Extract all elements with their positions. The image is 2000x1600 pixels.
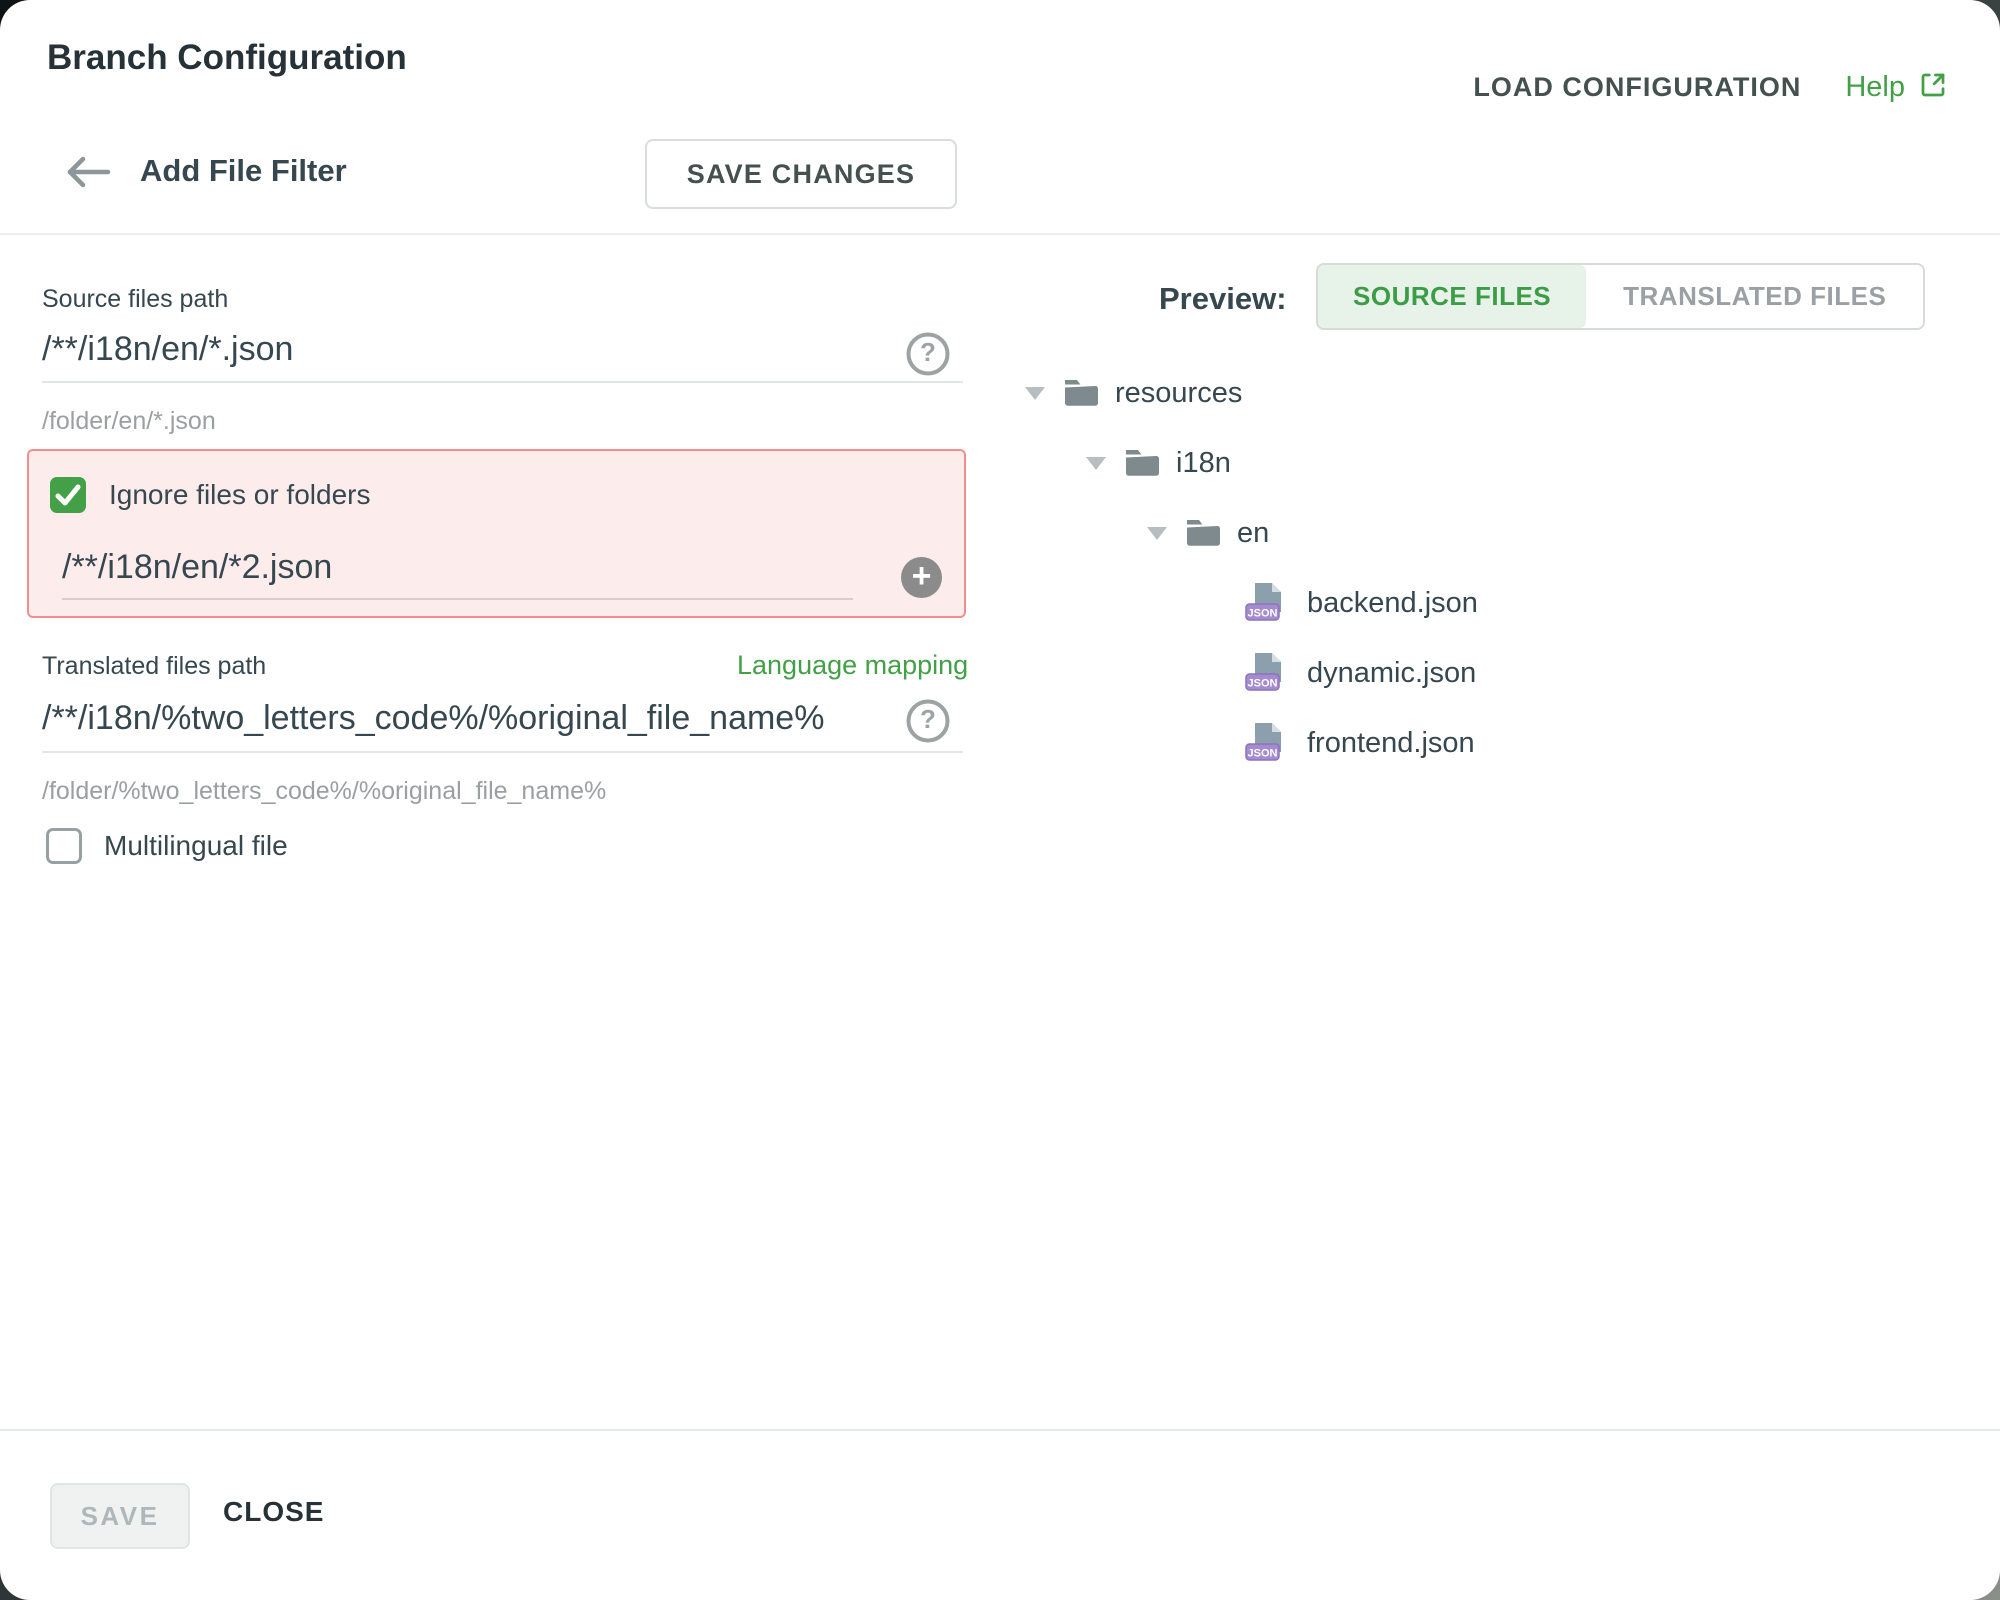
external-link-icon bbox=[1918, 70, 1948, 105]
close-button[interactable]: CLOSE bbox=[223, 1496, 324, 1528]
tab-source-files[interactable]: SOURCE FILES bbox=[1318, 265, 1586, 328]
tree-file-name: backend.json bbox=[1307, 587, 1478, 620]
multilingual-row: Multilingual file bbox=[46, 828, 288, 864]
tree-file-frontend-json[interactable]: JSON frontend.json bbox=[1025, 708, 1478, 778]
plus-icon: + bbox=[912, 559, 932, 593]
filter-title: Add File Filter bbox=[140, 153, 347, 189]
add-ignore-pattern-button[interactable]: + bbox=[901, 557, 942, 598]
back-arrow-icon[interactable] bbox=[64, 155, 112, 194]
source-input-underline bbox=[42, 381, 963, 383]
tree-file-name: frontend.json bbox=[1307, 727, 1475, 760]
ignore-files-highlight-box: Ignore files or folders /**/i18n/en/*2.j… bbox=[27, 449, 966, 618]
tree-folder-i18n[interactable]: i18n bbox=[1025, 428, 1478, 498]
ignore-files-row: Ignore files or folders bbox=[50, 477, 370, 513]
tree-file-name: dynamic.json bbox=[1307, 657, 1476, 690]
page-title: Branch Configuration bbox=[47, 38, 407, 78]
check-icon bbox=[55, 484, 81, 506]
save-changes-button[interactable]: SAVE CHANGES bbox=[645, 139, 957, 209]
caret-down-icon[interactable] bbox=[1147, 527, 1167, 540]
folder-icon bbox=[1185, 518, 1221, 548]
header-divider bbox=[0, 233, 2000, 235]
svg-text:?: ? bbox=[920, 704, 936, 734]
save-button[interactable]: SAVE bbox=[50, 1483, 190, 1549]
tree-file-backend-json[interactable]: JSON backend.json bbox=[1025, 568, 1478, 638]
ignore-files-checkbox[interactable] bbox=[50, 477, 86, 513]
translated-path-hint: /folder/%two_letters_code%/%original_fil… bbox=[42, 777, 606, 806]
json-file-icon: JSON bbox=[1243, 721, 1291, 765]
translated-files-path-input[interactable]: /**/i18n/%two_letters_code%/%original_fi… bbox=[42, 699, 824, 738]
caret-down-icon[interactable] bbox=[1086, 457, 1106, 470]
source-files-path-label: Source files path bbox=[42, 285, 228, 314]
folder-icon bbox=[1063, 378, 1099, 408]
tree-folder-name: i18n bbox=[1176, 447, 1231, 480]
svg-text:JSON: JSON bbox=[1248, 608, 1278, 620]
svg-text:JSON: JSON bbox=[1248, 678, 1278, 690]
preview-label: Preview: bbox=[1159, 281, 1287, 317]
file-tree: resources i18n en JSON bbox=[1025, 358, 1478, 778]
caret-down-icon[interactable] bbox=[1025, 387, 1045, 400]
source-path-hint: /folder/en/*.json bbox=[42, 407, 216, 436]
svg-text:JSON: JSON bbox=[1248, 748, 1278, 760]
footer-divider bbox=[0, 1429, 2000, 1431]
json-file-icon: JSON bbox=[1243, 651, 1291, 695]
folder-icon bbox=[1124, 448, 1160, 478]
tab-translated-files[interactable]: TRANSLATED FILES bbox=[1586, 265, 1923, 328]
translated-input-underline bbox=[42, 751, 963, 753]
translated-files-path-label: Translated files path bbox=[42, 652, 266, 681]
tree-folder-name: en bbox=[1237, 517, 1269, 550]
translated-path-help-icon[interactable]: ? bbox=[905, 698, 951, 744]
multilingual-checkbox[interactable] bbox=[46, 828, 82, 864]
preview-toggle-group: SOURCE FILES TRANSLATED FILES bbox=[1316, 263, 1925, 330]
ignore-pattern-input[interactable]: /**/i18n/en/*2.json bbox=[62, 548, 332, 587]
help-link-label: Help bbox=[1845, 71, 1905, 104]
ignore-files-checkbox-label: Ignore files or folders bbox=[109, 479, 370, 511]
multilingual-checkbox-label: Multilingual file bbox=[104, 830, 288, 862]
ignore-input-underline bbox=[62, 598, 853, 600]
svg-text:?: ? bbox=[920, 337, 936, 367]
language-mapping-link[interactable]: Language mapping bbox=[737, 650, 968, 681]
tree-folder-name: resources bbox=[1115, 377, 1242, 410]
help-link[interactable]: Help bbox=[1845, 70, 1948, 105]
json-file-icon: JSON bbox=[1243, 581, 1291, 625]
tree-file-dynamic-json[interactable]: JSON dynamic.json bbox=[1025, 638, 1478, 708]
source-files-path-input[interactable]: /**/i18n/en/*.json bbox=[42, 330, 293, 369]
load-configuration-button[interactable]: LOAD CONFIGURATION bbox=[1473, 72, 1801, 103]
tree-folder-en[interactable]: en bbox=[1025, 498, 1478, 568]
tree-folder-resources[interactable]: resources bbox=[1025, 358, 1478, 428]
header-actions: LOAD CONFIGURATION Help bbox=[1473, 70, 1948, 105]
branch-configuration-dialog: Branch Configuration LOAD CONFIGURATION … bbox=[0, 0, 2000, 1600]
source-path-help-icon[interactable]: ? bbox=[905, 331, 951, 377]
